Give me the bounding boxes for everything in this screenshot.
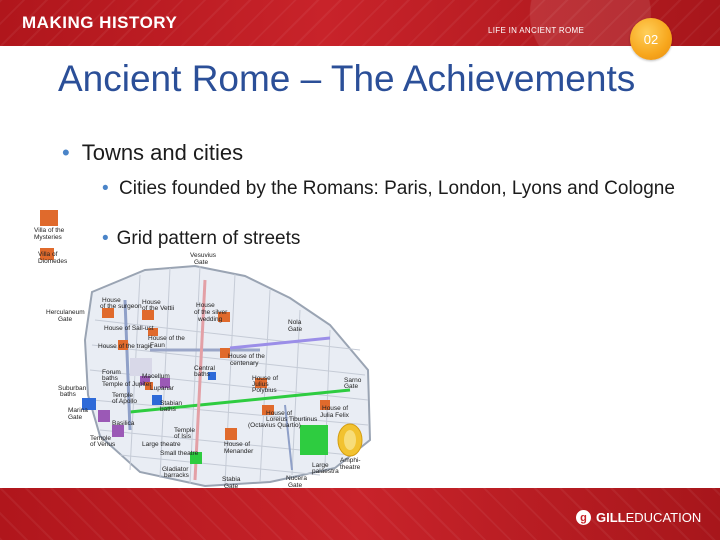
svg-text:Diomedes: Diomedes [38, 258, 68, 265]
gill-education-brand: g GILL EDUCATION [576, 510, 701, 525]
svg-text:Villa of the: Villa of the [34, 227, 65, 234]
svg-text:Amphi-: Amphi- [340, 457, 361, 464]
svg-text:Temple of Jupiter: Temple of Jupiter [102, 381, 152, 388]
sub-bullet-cities: • Cities founded by the Romans: Paris, Lo… [102, 176, 682, 201]
making-history-logo: MAKING HISTORY [22, 13, 178, 32]
svg-text:Marina: Marina [68, 407, 88, 414]
svg-text:House of the tragic: House of the tragic [98, 343, 153, 350]
svg-text:Gate: Gate [194, 259, 208, 266]
svg-text:baths: baths [194, 371, 211, 378]
svg-text:Vesuvius: Vesuvius [190, 252, 217, 259]
svg-text:of Isis: of Isis [174, 433, 192, 440]
slide-number-badge: 02 [630, 18, 672, 60]
svg-text:barracks: barracks [164, 472, 190, 479]
svg-text:House of: House of [224, 441, 250, 448]
svg-text:Gate: Gate [58, 316, 72, 323]
svg-text:House: House [196, 302, 215, 309]
svg-text:Stabia: Stabia [222, 476, 241, 483]
svg-text:Villa of: Villa of [38, 251, 58, 258]
svg-text:House of the: House of the [148, 335, 185, 342]
svg-text:Nucera: Nucera [286, 475, 307, 482]
slide: MAKING HISTORY LIFE IN ANCIENT ROME 02 A… [0, 0, 720, 540]
bullet-text: Towns and cities [81, 140, 244, 165]
bullet-towns: • Towns and cities [62, 140, 243, 166]
section-label: LIFE IN ANCIENT ROME [488, 26, 585, 35]
svg-text:of the surgeon: of the surgeon [100, 303, 142, 310]
svg-text:Small theatre: Small theatre [160, 450, 199, 457]
svg-text:Herculaneum: Herculaneum [46, 309, 85, 316]
svg-text:House of: House of [322, 405, 348, 412]
header-bar: MAKING HISTORY LIFE IN ANCIENT ROME [0, 0, 720, 46]
svg-text:Gate: Gate [288, 326, 302, 333]
svg-text:of Apollo: of Apollo [112, 398, 137, 405]
slide-title: Ancient Rome – The Achievements [58, 58, 636, 99]
svg-text:of the silver: of the silver [194, 309, 228, 316]
bullet-dot-icon: • [62, 140, 70, 165]
svg-text:Gate: Gate [68, 414, 82, 421]
brand-name-bold: GILL [596, 510, 626, 525]
svg-text:centenary: centenary [230, 360, 259, 367]
svg-text:Gate: Gate [344, 383, 358, 390]
svg-text:Large theatre: Large theatre [142, 441, 181, 448]
bullet-text: Cities founded by the Romans: Paris, Lon… [119, 178, 675, 199]
gill-logo-icon: g [576, 510, 591, 525]
svg-text:Julia Felix: Julia Felix [320, 412, 350, 419]
svg-text:House of the: House of the [228, 353, 265, 360]
svg-text:Macellum: Macellum [142, 373, 170, 380]
svg-text:House of Sall-ust: House of Sall-ust [104, 325, 154, 332]
svg-text:theatre: theatre [340, 464, 361, 471]
svg-text:Lupanar: Lupanar [150, 385, 175, 392]
svg-text:baths: baths [60, 391, 77, 398]
svg-text:palaestra: palaestra [312, 468, 339, 475]
svg-text:baths: baths [160, 406, 177, 413]
bullet-dot-icon: • [102, 178, 109, 199]
pompeii-map: Villa of theMysteries Villa ofDiomedes V… [34, 210, 372, 490]
svg-text:of the Vettii: of the Vettii [142, 305, 174, 312]
svg-text:Basilica: Basilica [112, 420, 135, 427]
brand-name-light: EDUCATION [625, 510, 702, 525]
svg-text:of Venus: of Venus [90, 441, 116, 448]
svg-text:Mysteries: Mysteries [34, 234, 63, 241]
svg-text:Menander: Menander [224, 448, 254, 455]
svg-text:wedding: wedding [197, 316, 223, 323]
svg-text:Nola: Nola [288, 319, 302, 326]
svg-text:(Octavius Quartio): (Octavius Quartio) [248, 422, 301, 429]
svg-text:Polybius: Polybius [252, 387, 277, 394]
svg-text:Faun: Faun [150, 342, 165, 349]
